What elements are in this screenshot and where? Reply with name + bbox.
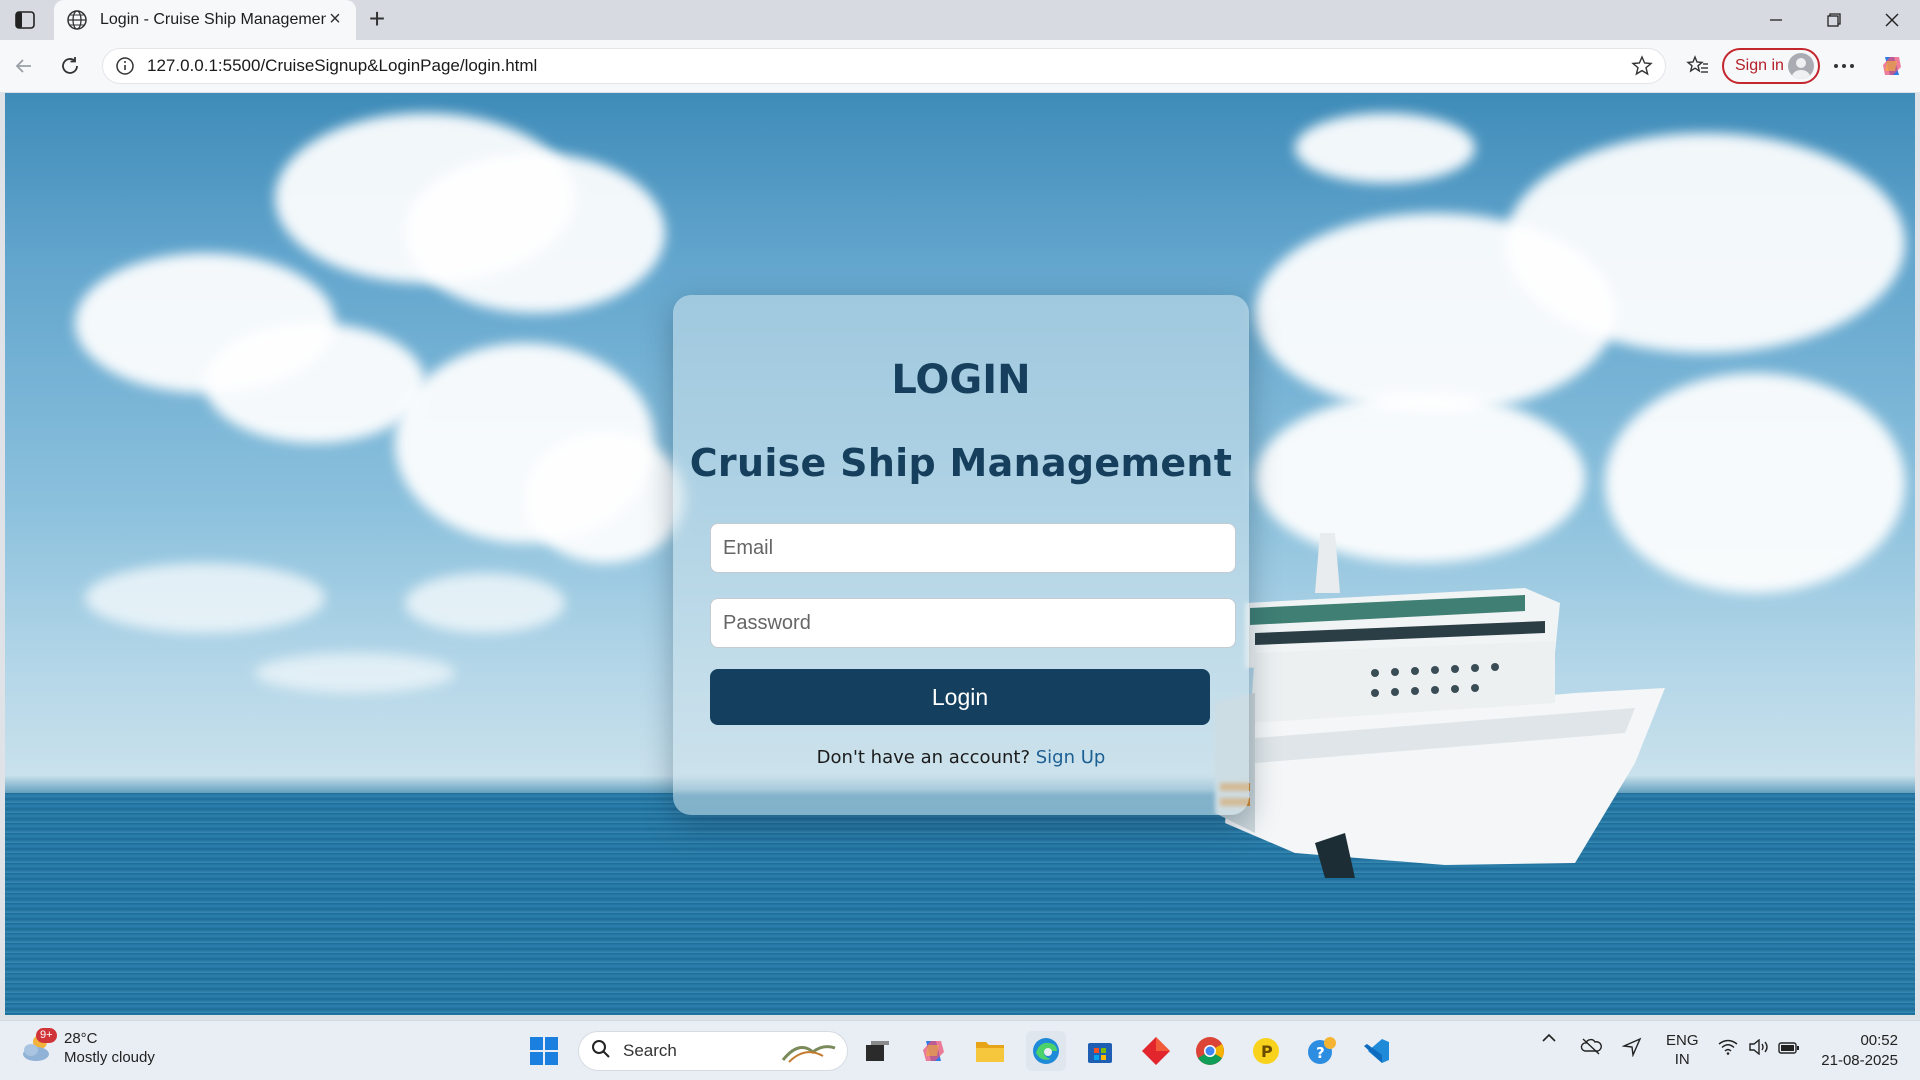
globe-icon bbox=[66, 9, 88, 31]
red-diamond-app-icon[interactable] bbox=[1136, 1031, 1176, 1071]
login-button[interactable]: Login bbox=[710, 669, 1210, 725]
svg-text:?: ? bbox=[1316, 1044, 1325, 1062]
weather-temperature: 28°C bbox=[64, 1030, 98, 1047]
search-highlight-icon bbox=[779, 1038, 839, 1071]
tab-strip: Login - Cruise Ship Management × + bbox=[0, 0, 1920, 40]
app-name: Cruise Ship Management bbox=[689, 441, 1233, 485]
tab-actions-icon[interactable] bbox=[12, 8, 38, 32]
chrome-icon[interactable] bbox=[1190, 1031, 1230, 1071]
favorites-icon[interactable] bbox=[1682, 50, 1714, 82]
close-tab-icon[interactable]: × bbox=[326, 9, 344, 29]
sign-in-button[interactable]: Sign in bbox=[1722, 48, 1820, 84]
back-icon[interactable] bbox=[8, 50, 40, 82]
minimize-icon[interactable] bbox=[1756, 8, 1796, 32]
signup-prompt-text: Don't have an account? bbox=[816, 747, 1030, 768]
site-info-icon[interactable] bbox=[115, 56, 135, 76]
battery-icon[interactable] bbox=[1778, 1041, 1800, 1058]
page-viewport: LOGIN Cruise Ship Management Login Don't… bbox=[5, 93, 1915, 1015]
clock-date: 21-08-2025 bbox=[1821, 1052, 1898, 1069]
file-explorer-icon[interactable] bbox=[970, 1031, 1010, 1071]
svg-text:P: P bbox=[1261, 1042, 1273, 1061]
url-text: 127.0.0.1:5500/CruiseSignup&LoginPage/lo… bbox=[147, 56, 538, 75]
more-options-icon[interactable] bbox=[1828, 50, 1860, 82]
yellow-p-app-icon[interactable]: P bbox=[1246, 1031, 1286, 1071]
browser-toolbar: 127.0.0.1:5500/CruiseSignup&LoginPage/lo… bbox=[0, 40, 1920, 92]
wifi-icon[interactable] bbox=[1718, 1039, 1738, 1059]
edge-browser-icon[interactable] bbox=[1026, 1031, 1066, 1071]
login-card: LOGIN Cruise Ship Management Login Don't… bbox=[673, 295, 1249, 815]
taskbar-search[interactable]: Search bbox=[578, 1031, 848, 1071]
close-window-icon[interactable] bbox=[1872, 8, 1912, 32]
taskbar: 9+ 28°C Mostly cloudy Search P ? ENG IN … bbox=[0, 1020, 1920, 1080]
new-tab-icon[interactable]: + bbox=[362, 5, 392, 34]
favorite-star-icon[interactable] bbox=[1631, 55, 1653, 77]
copilot-icon[interactable] bbox=[1876, 50, 1908, 82]
copilot-app-icon[interactable] bbox=[914, 1031, 954, 1071]
restore-icon[interactable] bbox=[1814, 8, 1854, 32]
email-field[interactable] bbox=[710, 523, 1236, 573]
browser-tab[interactable]: Login - Cruise Ship Management × bbox=[54, 0, 356, 40]
location-icon[interactable] bbox=[1621, 1037, 1642, 1061]
address-bar[interactable]: 127.0.0.1:5500/CruiseSignup&LoginPage/lo… bbox=[102, 48, 1666, 84]
weather-widget[interactable]: 9+ 28°C Mostly cloudy bbox=[20, 1028, 155, 1067]
clock-time: 00:52 bbox=[1860, 1032, 1898, 1049]
system-clock[interactable]: 00:52 21-08-2025 bbox=[1821, 1031, 1898, 1071]
onedrive-off-icon[interactable] bbox=[1580, 1037, 1602, 1059]
reload-icon[interactable] bbox=[54, 50, 86, 82]
volume-icon[interactable] bbox=[1748, 1038, 1770, 1059]
search-icon bbox=[591, 1039, 611, 1064]
helper-app-icon[interactable]: ? bbox=[1302, 1031, 1342, 1071]
signup-prompt-row: Don't have an account? Sign Up bbox=[673, 747, 1249, 768]
tab-title: Login - Cruise Ship Management bbox=[100, 11, 326, 28]
password-field[interactable] bbox=[710, 598, 1236, 648]
weather-condition: Mostly cloudy bbox=[64, 1049, 155, 1066]
microsoft-store-icon[interactable] bbox=[1080, 1031, 1120, 1071]
search-label: Search bbox=[623, 1041, 677, 1060]
task-view-icon[interactable] bbox=[858, 1031, 898, 1071]
language-indicator[interactable]: ENG IN bbox=[1666, 1031, 1699, 1069]
language-code: ENG bbox=[1666, 1032, 1699, 1049]
show-hidden-icons[interactable] bbox=[1540, 1031, 1558, 1049]
weather-cloud-icon: 9+ bbox=[20, 1028, 57, 1066]
signup-link[interactable]: Sign Up bbox=[1036, 747, 1106, 768]
sign-in-label: Sign in bbox=[1735, 57, 1784, 74]
weather-badge: 9+ bbox=[36, 1028, 57, 1043]
avatar bbox=[1788, 53, 1814, 79]
page-title: LOGIN bbox=[891, 357, 1031, 403]
cruise-ship-image bbox=[1215, 533, 1665, 878]
start-icon[interactable] bbox=[524, 1031, 564, 1071]
vscode-icon[interactable] bbox=[1356, 1031, 1396, 1071]
region-code: IN bbox=[1674, 1051, 1690, 1068]
